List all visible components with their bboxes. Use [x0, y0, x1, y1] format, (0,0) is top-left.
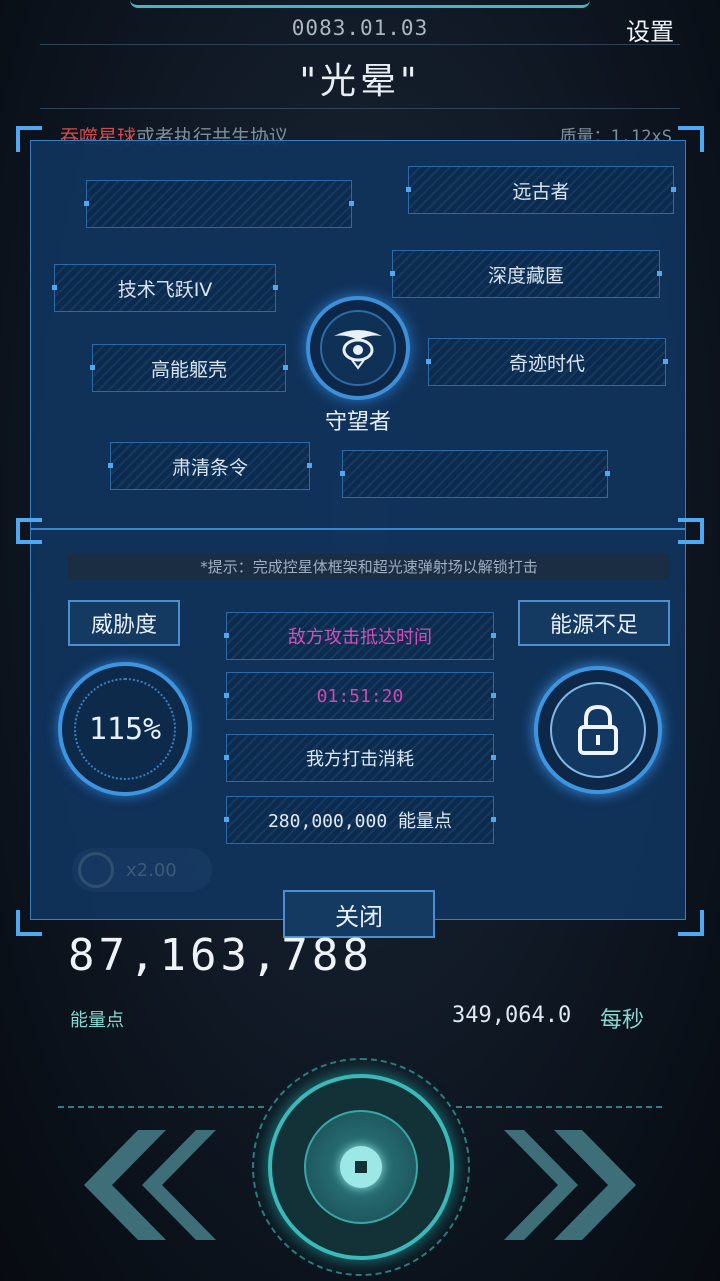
energy-label: 能量点 [70, 1010, 124, 1031]
header-divider [40, 44, 680, 45]
watcher-emblem-icon [320, 310, 396, 386]
cost-value: 280,000,000 能量点 [267, 811, 453, 832]
tech-node-purge-order[interactable]: 肃清条令 [108, 442, 312, 490]
tech-node-miracle-era[interactable]: 奇迹时代 [426, 338, 668, 386]
tech-node-deep-hide[interactable]: 深度藏匿 [390, 250, 662, 298]
lock-icon [550, 682, 646, 778]
panel-corner-br [678, 910, 704, 936]
bottom-line-left [58, 1106, 264, 1108]
panel-corner-ml [16, 518, 42, 544]
top-frame-line [130, 0, 590, 8]
planet-title: "光晕" [299, 61, 421, 102]
unlock-hint: *提示：完成控星体框架和超光速弹射场以解锁打击 [68, 554, 670, 580]
multiplier-icon [78, 852, 114, 888]
game-date: 0083.01.03 [291, 16, 429, 40]
next-planet-chevron-icon[interactable] [504, 1130, 654, 1240]
enemy-eta-label: 敌方攻击抵达时间 [288, 627, 432, 648]
tap-button-square-icon [355, 1161, 367, 1173]
prev-planet-chevron-icon[interactable] [66, 1130, 216, 1240]
threat-label: 威胁度 [68, 600, 180, 646]
watcher-core[interactable] [306, 296, 410, 400]
enemy-eta-value: 01:51:20 [316, 685, 404, 707]
settings-button[interactable]: 设置 [626, 12, 674, 47]
panel-corner-tl [16, 126, 42, 152]
energy-rate-value: 349,064.0 [452, 1003, 572, 1028]
bottom-line-right [456, 1106, 662, 1108]
core-name: 守望者 [324, 410, 391, 435]
panel-corner-bl [16, 910, 42, 936]
cost-label-row: 我方打击消耗 [224, 734, 496, 782]
enemy-eta-value-row: 01:51:20 [224, 672, 496, 720]
energy-status: 能源不足 [518, 600, 670, 646]
panel-corner-tr [678, 126, 704, 152]
energy-rate-unit: 每秒 [600, 1008, 645, 1033]
tech-node-empty-1[interactable] [84, 180, 354, 228]
cost-label: 我方打击消耗 [306, 749, 414, 770]
tech-node-ancient[interactable]: 远古者 [406, 166, 676, 214]
cost-value-row: 280,000,000 能量点 [224, 796, 496, 844]
energy-total: 87,163,788 [68, 930, 373, 981]
multiplier-value: x2.00 [126, 859, 177, 881]
enemy-eta-row: 敌方攻击抵达时间 [224, 612, 496, 660]
panel-corner-mr [678, 518, 704, 544]
strike-lock-button[interactable] [534, 666, 662, 794]
tech-node-empty-2[interactable] [340, 450, 610, 498]
header-divider-lower [40, 108, 680, 109]
main-tap-button[interactable] [268, 1074, 454, 1260]
tech-node-high-energy-hull[interactable]: 高能躯壳 [90, 344, 288, 392]
threat-value: 115% [88, 711, 162, 747]
threat-gauge: 115% [58, 662, 192, 796]
multiplier-badge: x2.00 [72, 848, 212, 892]
panel-divider [30, 528, 686, 530]
tech-node-tech-leap[interactable]: 技术飞跃IV [52, 264, 278, 312]
